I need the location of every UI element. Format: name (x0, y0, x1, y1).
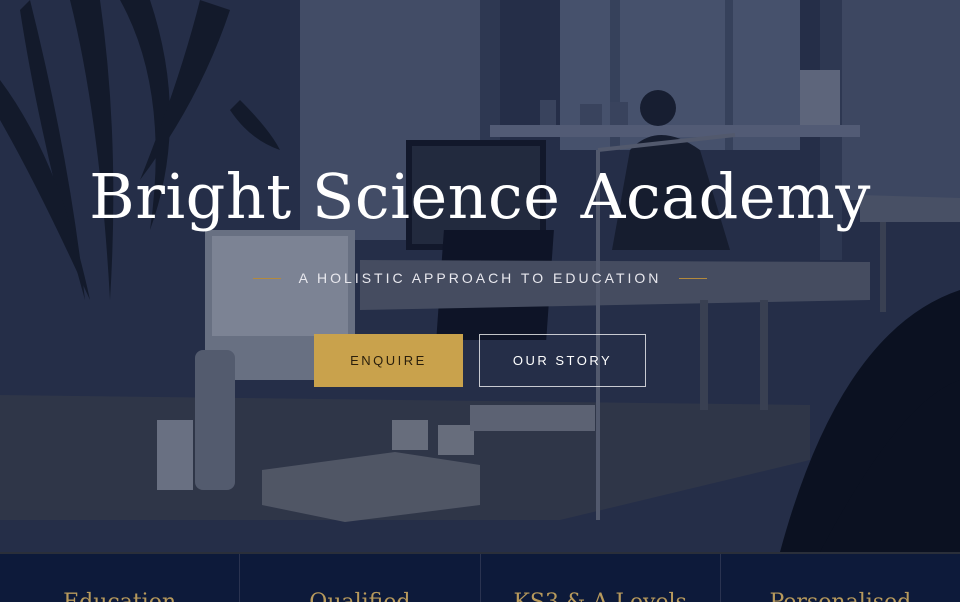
feature-card-education[interactable]: Education (0, 554, 241, 602)
feature-card-personalised[interactable]: Personalised (720, 554, 960, 602)
our-story-button[interactable]: OUR STORY (479, 334, 646, 387)
feature-title: Education (0, 590, 239, 602)
tagline-row: A HOLISTIC APPROACH TO EDUCATION (0, 268, 960, 288)
feature-card-qualified[interactable]: Qualified (240, 554, 481, 602)
enquire-button[interactable]: ENQUIRE (314, 334, 463, 387)
tagline-right-divider (679, 277, 708, 279)
features-strip: Education Qualified KS3 & A Levels Perso… (0, 552, 960, 602)
page-title: Bright Science Academy (89, 160, 871, 233)
tagline-text: A HOLISTIC APPROACH TO EDUCATION (298, 270, 662, 286)
feature-title: KS3 & A Levels (481, 590, 720, 602)
feature-title: Personalised (721, 590, 960, 602)
tagline-left-divider (252, 277, 281, 279)
feature-card-ks3-a-levels[interactable]: KS3 & A Levels (480, 554, 721, 602)
hero-section: Bright Science Academy A HOLISTIC APPROA… (0, 0, 960, 552)
feature-title: Qualified (240, 590, 479, 602)
